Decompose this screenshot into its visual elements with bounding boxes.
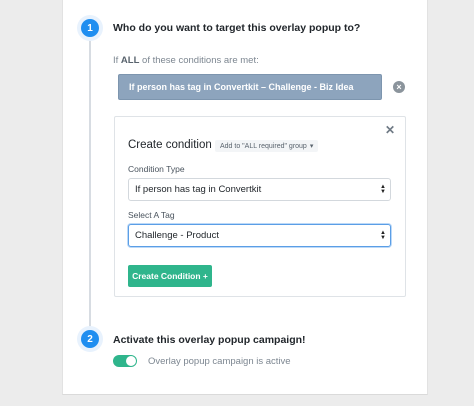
condition-type-select[interactable]: If person has tag in Convertkit ▲ ▼ (128, 178, 391, 201)
condition-type-value: If person has tag in Convertkit (135, 184, 262, 195)
create-condition-title: Create condition (128, 139, 212, 151)
toggle-knob (126, 356, 136, 366)
conditions-intro-all: ALL (120, 55, 140, 66)
conditions-intro: If ALL of these conditions are met: (113, 55, 259, 66)
existing-condition-chip[interactable]: If person has tag in Convertkit – Challe… (118, 74, 382, 100)
close-panel-icon[interactable]: ✕ (384, 124, 396, 136)
chevron-down-icon: ▾ (309, 143, 314, 150)
step-timeline-line (89, 36, 91, 331)
create-condition-button[interactable]: Create Condition + (128, 265, 212, 287)
campaign-active-label: Overlay popup campaign is active (148, 356, 291, 367)
step-2-badge: 2 (81, 330, 99, 348)
remove-condition-icon[interactable]: × (393, 81, 405, 93)
select-arrows-icon: ▲ ▼ (380, 183, 386, 195)
select-tag-label: Select A Tag (128, 210, 175, 220)
condition-group-dropdown[interactable]: Add to "ALL required" group ▾ (215, 140, 319, 152)
step-1-title: Who do you want to target this overlay p… (113, 22, 361, 34)
condition-type-label: Condition Type (128, 164, 185, 174)
tag-select-value: Challenge - Product (135, 230, 219, 241)
campaign-active-toggle[interactable] (113, 355, 137, 367)
tag-select[interactable]: Challenge - Product ▲ ▼ (128, 224, 391, 247)
step-1-badge: 1 (81, 19, 99, 37)
condition-group-label: Add to "ALL required" group (220, 142, 307, 150)
step-2-title: Activate this overlay popup campaign! (113, 334, 306, 346)
select-arrows-icon: ▲ ▼ (380, 229, 386, 241)
